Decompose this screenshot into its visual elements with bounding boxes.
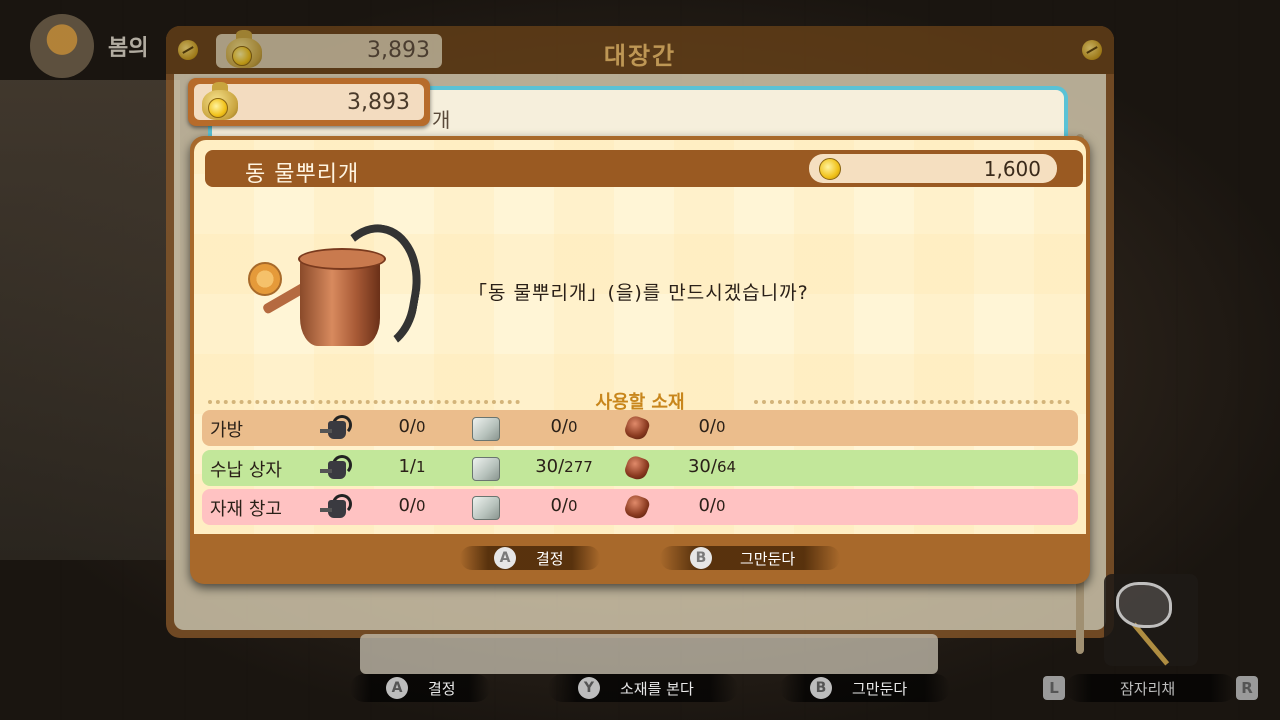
- watering-can-icon: [320, 455, 352, 481]
- tool-name-bar: 잠자리채: [1066, 674, 1236, 702]
- divider-right: [754, 400, 1070, 404]
- bug-net-icon: [1116, 582, 1172, 628]
- stone-icon: [470, 494, 500, 520]
- a-button-icon: A: [386, 677, 408, 699]
- ore-quantity: 30/64: [687, 456, 737, 477]
- stone-quantity: 30/277: [535, 456, 593, 477]
- storage-row-bag: 가방 0/0 0/0 0/0: [202, 410, 1078, 446]
- storage-label: 자재 창고: [210, 499, 282, 520]
- blacksmith-header: 3,893 대장간: [166, 26, 1114, 74]
- stone-quantity: 0/0: [550, 416, 578, 437]
- copper-ore-icon: [622, 453, 652, 483]
- dialog-content: 동 물뿌리개 1,600 「동 물뿌리개」(을)를 만드시겠습니까? 사용할 소…: [194, 140, 1086, 534]
- global-confirm-label: 결정: [428, 680, 456, 698]
- money-display-inner: 3,893: [194, 82, 424, 120]
- ore-quantity: 0/0: [698, 495, 726, 516]
- item-name: 동 물뿌리개: [245, 162, 360, 187]
- global-cancel-button[interactable]: B 그만둔다: [780, 674, 950, 702]
- can-quantity: 0/0: [398, 495, 426, 516]
- b-button-icon: B: [690, 547, 712, 569]
- price-value: 1,600: [983, 157, 1041, 181]
- bolt-icon: [1082, 40, 1102, 60]
- stone-icon: [470, 455, 500, 481]
- storage-label: 수납 상자: [210, 460, 282, 481]
- storage-row-warehouse: 자재 창고 0/0 0/0 0/0: [202, 489, 1078, 525]
- view-materials-button[interactable]: Y 소재를 본다: [548, 674, 738, 702]
- can-quantity: 1/1: [398, 456, 426, 477]
- storage-label: 가방: [210, 420, 244, 441]
- watering-can-icon: [320, 494, 352, 520]
- bug-net-tool-slot[interactable]: [1104, 574, 1198, 666]
- copper-ore-icon: [622, 492, 652, 522]
- cancel-label: 그만둔다: [740, 550, 796, 568]
- blacksmith-title: 대장간: [603, 42, 677, 70]
- season-sun-icon: [30, 14, 94, 78]
- can-quantity: 0/0: [398, 416, 426, 437]
- copper-ore-icon: [622, 413, 652, 443]
- stone-quantity: 0/0: [550, 495, 578, 516]
- scene-left-area: [0, 80, 180, 560]
- confirm-label: 결정: [536, 550, 564, 568]
- view-materials-label: 소재를 본다: [620, 680, 694, 698]
- global-confirm-button[interactable]: A 결정: [350, 674, 490, 702]
- y-button-icon: Y: [578, 677, 600, 699]
- item-title-bar: 동 물뿌리개 1,600: [205, 150, 1083, 187]
- season-label: 봄의: [108, 36, 149, 61]
- money-display: 3,893: [188, 78, 430, 126]
- price-box: 1,600: [809, 154, 1057, 183]
- l-shoulder-icon[interactable]: L: [1043, 676, 1065, 700]
- dialog-button-bar: A 결정 B 그만둔다: [190, 534, 1090, 584]
- a-button-icon: A: [494, 547, 516, 569]
- stone-icon: [470, 415, 500, 441]
- craft-confirm-dialog: 동 물뿌리개 1,600 「동 물뿌리개」(을)를 만드시겠습니까? 사용할 소…: [190, 136, 1090, 584]
- storage-row-box: 수납 상자 1/1 30/277 30/64: [202, 450, 1078, 486]
- cancel-button[interactable]: B 그만둔다: [660, 546, 840, 570]
- watering-can-image: [242, 216, 431, 360]
- confirm-button[interactable]: A 결정: [460, 546, 600, 570]
- back-info-box: [360, 634, 938, 674]
- tool-name-label: 잠자리채: [1120, 680, 1176, 698]
- coin-icon: [819, 158, 841, 180]
- r-shoulder-icon[interactable]: R: [1236, 676, 1258, 700]
- money-bag-icon: [198, 78, 242, 122]
- net-handle: [1131, 622, 1170, 666]
- global-cancel-label: 그만둔다: [852, 680, 908, 698]
- b-button-icon: B: [810, 677, 832, 699]
- craft-question: 「동 물뿌리개」(을)를 만드시겠습니까?: [468, 282, 809, 304]
- ore-quantity: 0/0: [698, 416, 726, 437]
- money-value: 3,893: [347, 90, 410, 115]
- list-item-fragment: 개: [432, 108, 451, 132]
- watering-can-icon: [320, 415, 352, 441]
